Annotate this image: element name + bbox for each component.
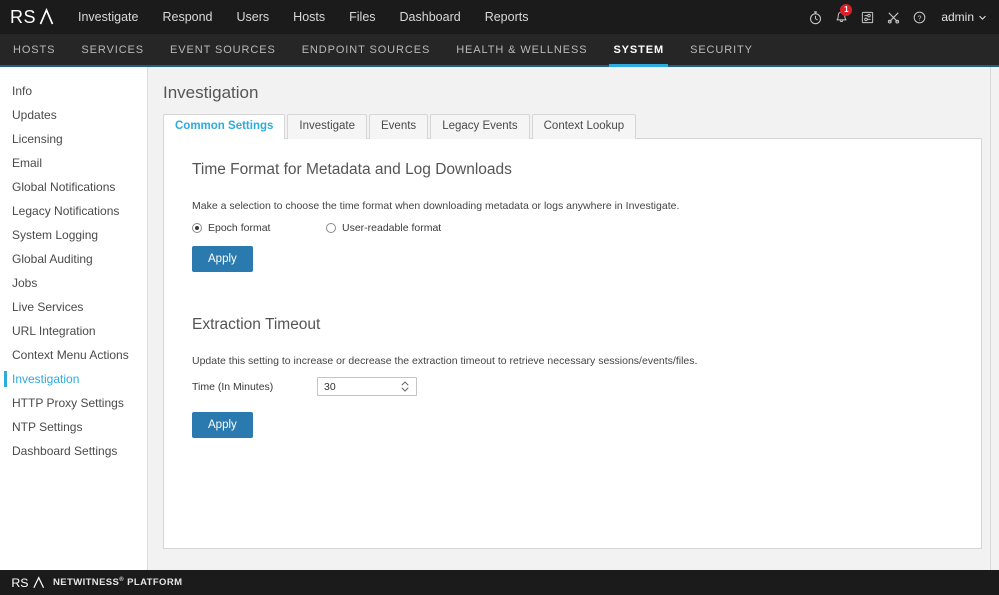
user-menu[interactable]: admin (933, 10, 993, 24)
sidebar-item-system-logging[interactable]: System Logging (0, 223, 147, 247)
sidebar-item-url-integration[interactable]: URL Integration (0, 319, 147, 343)
sidebar-item-http-proxy-settings[interactable]: HTTP Proxy Settings (0, 391, 147, 415)
extraction-timeout-label: Time (In Minutes) (192, 380, 274, 393)
apply-extraction-timeout-button[interactable]: Apply (192, 412, 253, 438)
page-scrollbar[interactable] (990, 67, 999, 570)
radio-epoch-format-label: Epoch format (208, 222, 271, 234)
radio-user-readable-format-label: User-readable format (342, 222, 442, 234)
chevron-down-icon (401, 387, 409, 392)
chevron-up-icon (401, 381, 409, 386)
application-window: RS Investigate Respond Users Hosts Files… (0, 0, 999, 595)
extraction-timeout-input[interactable]: 30 (318, 381, 397, 393)
radio-user-readable-format[interactable]: User-readable format (326, 222, 441, 234)
tasks-icon[interactable] (855, 0, 879, 34)
extraction-timeout-section-title: Extraction Timeout (192, 316, 321, 333)
primary-navigation: Investigate Respond Users Hosts Files Da… (66, 0, 540, 34)
subnav-item-services[interactable]: SERVICES (68, 34, 157, 65)
sidebar-item-licensing[interactable]: Licensing (0, 127, 147, 151)
sidebar-item-updates[interactable]: Updates (0, 103, 147, 127)
subnav-item-endpoint-sources[interactable]: ENDPOINT SOURCES (289, 34, 444, 65)
sidebar-item-dashboard-settings[interactable]: Dashboard Settings (0, 439, 147, 463)
radio-epoch-format[interactable]: Epoch format (192, 222, 326, 234)
sidebar-item-live-services[interactable]: Live Services (0, 295, 147, 319)
sidebar-item-global-auditing[interactable]: Global Auditing (0, 247, 147, 271)
secondary-navigation: HOSTS SERVICES EVENT SOURCES ENDPOINT SO… (0, 34, 999, 67)
main-content: Investigation Common Settings Investigat… (148, 67, 999, 570)
tab-events[interactable]: Events (369, 114, 429, 139)
svg-text:RS: RS (10, 7, 36, 27)
radio-user-readable-format-indicator (326, 223, 336, 233)
nav-item-reports[interactable]: Reports (473, 0, 541, 34)
subnav-item-health-wellness[interactable]: HEALTH & WELLNESS (443, 34, 600, 65)
tab-bar: Common Settings Investigate Events Legac… (158, 113, 982, 140)
nav-item-hosts[interactable]: Hosts (281, 0, 337, 34)
sidebar-item-info[interactable]: Info (0, 79, 147, 103)
sidebar-item-investigation[interactable]: Investigation (0, 367, 147, 391)
extraction-timeout-stepper[interactable]: 30 (317, 377, 417, 396)
subnav-item-event-sources[interactable]: EVENT SOURCES (157, 34, 289, 65)
nav-item-files[interactable]: Files (337, 0, 387, 34)
notification-badge: 1 (840, 4, 853, 16)
nav-item-users[interactable]: Users (225, 0, 282, 34)
footer-trademark: ® (119, 576, 125, 583)
stepper-arrows[interactable] (397, 378, 413, 395)
sidebar-item-ntp-settings[interactable]: NTP Settings (0, 415, 147, 439)
sidebar-item-email[interactable]: Email (0, 151, 147, 175)
help-icon[interactable]: ? (907, 0, 931, 34)
notification-bell-icon[interactable]: 1 (829, 0, 853, 34)
footer-rsa-logo: RS (10, 575, 48, 590)
sidebar-item-legacy-notifications[interactable]: Legacy Notifications (0, 199, 147, 223)
time-format-section-title: Time Format for Metadata and Log Downloa… (192, 161, 512, 178)
page-title: Investigation (163, 83, 259, 102)
chevron-down-icon (979, 15, 986, 20)
tab-context-lookup[interactable]: Context Lookup (531, 114, 637, 139)
svg-text:RS: RS (11, 576, 28, 590)
time-format-description: Make a selection to choose the time form… (192, 200, 680, 212)
user-menu-label: admin (941, 10, 974, 24)
apply-time-format-button[interactable]: Apply (192, 246, 253, 272)
footer-product-label: NETWITNESS (53, 577, 120, 589)
svg-text:?: ? (917, 14, 921, 22)
sidebar-item-jobs[interactable]: Jobs (0, 271, 147, 295)
nav-item-dashboard[interactable]: Dashboard (388, 0, 473, 34)
page-body: Info Updates Licensing Email Global Noti… (0, 67, 999, 570)
top-header-bar: RS Investigate Respond Users Hosts Files… (0, 0, 999, 34)
time-format-radio-group: Epoch format User-readable format (192, 222, 953, 234)
stopwatch-icon[interactable] (803, 0, 827, 34)
nav-item-investigate[interactable]: Investigate (66, 0, 150, 34)
subnav-item-hosts[interactable]: HOSTS (0, 34, 68, 65)
settings-panel: Time Format for Metadata and Log Downloa… (163, 138, 982, 549)
sidebar-item-context-menu-actions[interactable]: Context Menu Actions (0, 343, 147, 367)
tab-common-settings[interactable]: Common Settings (163, 114, 286, 140)
subnav-item-security[interactable]: SECURITY (677, 34, 766, 65)
footer-product-suffix: PLATFORM (127, 577, 183, 589)
tab-investigate[interactable]: Investigate (287, 114, 368, 139)
tab-legacy-events[interactable]: Legacy Events (430, 114, 530, 139)
radio-epoch-format-indicator (192, 223, 202, 233)
nav-item-respond[interactable]: Respond (150, 0, 224, 34)
settings-sidebar: Info Updates Licensing Email Global Noti… (0, 67, 148, 570)
rsa-logo[interactable]: RS (0, 0, 54, 34)
extraction-timeout-description: Update this setting to increase or decre… (192, 355, 698, 367)
subnav-item-system[interactable]: SYSTEM (600, 34, 677, 67)
footer-product-name: NETWITNESS® PLATFORM (53, 577, 182, 588)
sidebar-item-global-notifications[interactable]: Global Notifications (0, 175, 147, 199)
footer-bar: RS NETWITNESS® PLATFORM (0, 570, 999, 595)
configure-icon[interactable] (881, 0, 905, 34)
extraction-timeout-field-row: Time (In Minutes) 30 (192, 377, 953, 396)
header-actions: 1 ? admin (803, 0, 993, 34)
